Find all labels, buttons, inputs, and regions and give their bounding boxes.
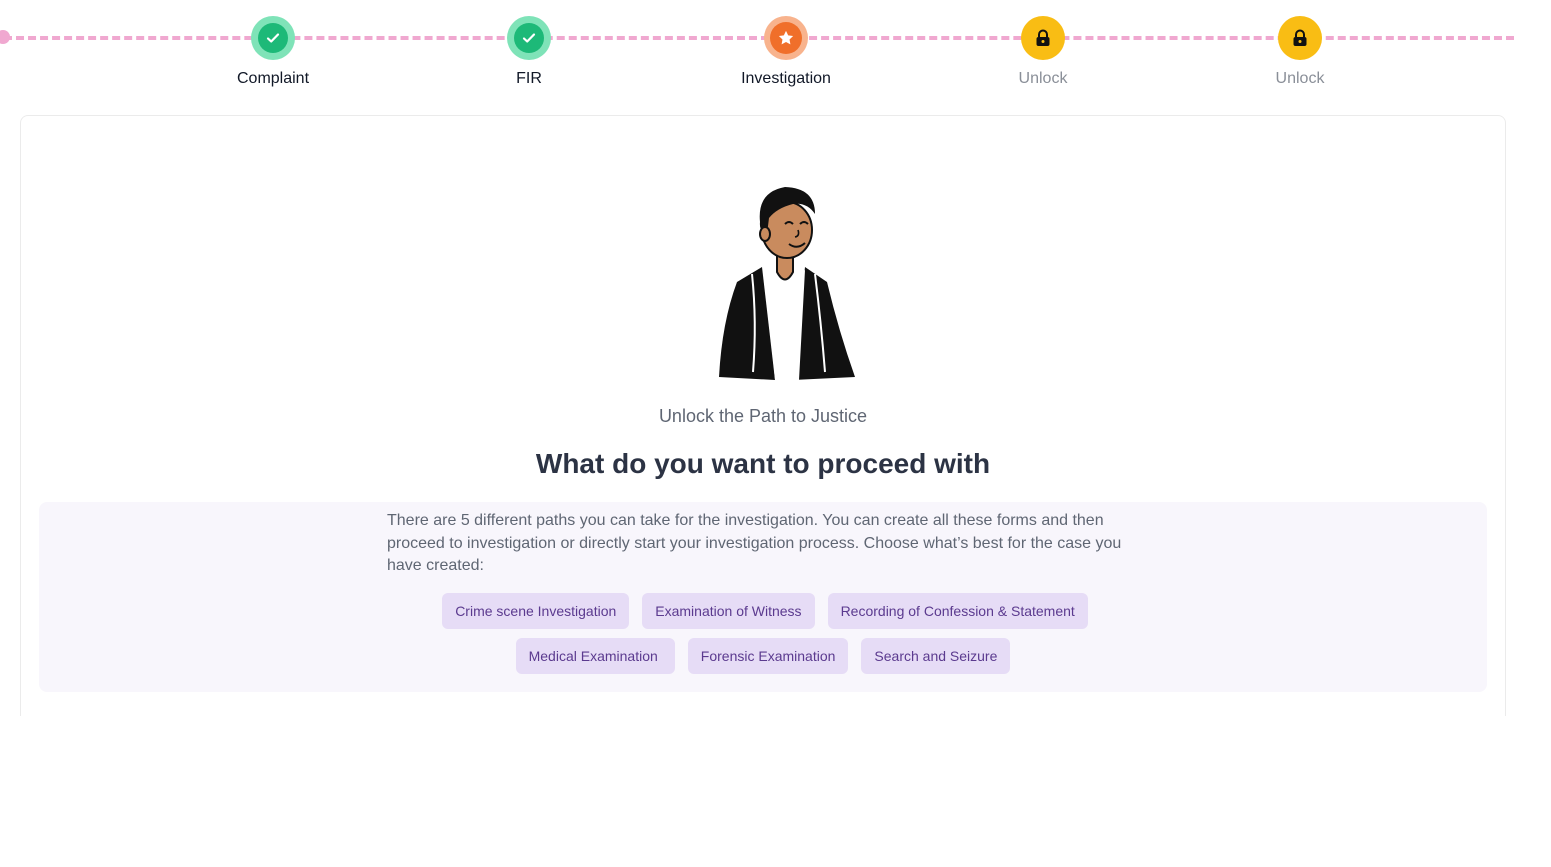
star-icon: [778, 30, 794, 45]
lock-icon: [1036, 29, 1050, 46]
path-search-and-seizure-button[interactable]: Search and Seizure: [861, 638, 1011, 674]
stepper-start-dot: [0, 30, 10, 44]
step-done-badge: [507, 16, 551, 60]
step-label: Complaint: [236, 70, 310, 87]
path-examination-of-witness-button[interactable]: Examination of Witness: [642, 593, 815, 629]
subtitle: Unlock the Path to Justice: [658, 406, 868, 426]
progress-stepper: Complaint FIR Investigation Unlock Unloc…: [0, 0, 1551, 100]
step-done-badge: [251, 16, 295, 60]
step-locked-2: Unlock: [1200, 0, 1400, 88]
step-locked-badge: [1278, 16, 1322, 60]
step-complaint[interactable]: Complaint: [173, 0, 373, 88]
investigation-card: Unlock the Path to Justice What do you w…: [20, 115, 1506, 716]
paths-row-1: Crime scene Investigation Examination of…: [39, 593, 1487, 629]
step-label: Unlock: [1275, 70, 1325, 87]
step-label: FIR: [516, 70, 542, 87]
path-crime-scene-investigation-button[interactable]: Crime scene Investigation: [442, 593, 630, 629]
path-medical-examination-button[interactable]: Medical Examination: [515, 638, 675, 674]
check-icon: [522, 33, 536, 43]
step-label: Unlock: [1018, 70, 1068, 87]
person-illustration: [719, 187, 855, 380]
step-label: Investigation: [741, 70, 831, 87]
step-fir[interactable]: FIR: [429, 0, 629, 88]
step-investigation[interactable]: Investigation: [686, 0, 886, 88]
step-locked-1: Unlock: [943, 0, 1143, 88]
paths-description: There are 5 different paths you can take…: [387, 512, 1122, 574]
check-icon: [266, 33, 280, 43]
lock-icon: [1293, 29, 1307, 46]
step-locked-badge: [1021, 16, 1065, 60]
step-current-badge: [764, 16, 808, 60]
page-title: What do you want to proceed with: [535, 448, 991, 479]
paths-panel: There are 5 different paths you can take…: [39, 502, 1487, 692]
paths-row-2: Medical Examination Forensic Examination…: [39, 638, 1487, 674]
path-forensic-examination-button[interactable]: Forensic Examination: [687, 638, 849, 674]
path-recording-of-confession-button[interactable]: Recording of Confession & Statement: [827, 593, 1088, 629]
